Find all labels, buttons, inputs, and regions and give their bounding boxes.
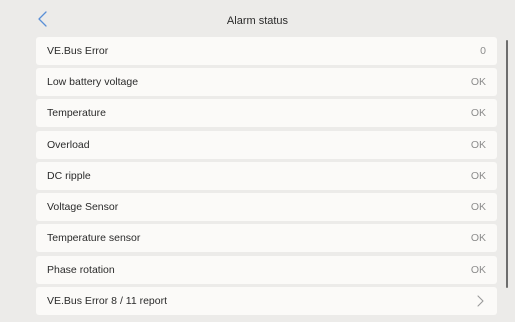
list-item-overload: Overload OK (36, 131, 497, 159)
chevron-right-icon (477, 295, 484, 307)
list-item-label: Temperature sensor (47, 232, 141, 244)
list-item-dc-ripple: DC ripple OK (36, 162, 497, 190)
list-item-label: Temperature (47, 107, 106, 119)
list-item-voltage-sensor: Voltage Sensor OK (36, 193, 497, 221)
list-item-value: 0 (480, 45, 486, 57)
list-item-label: VE.Bus Error 8 / 11 report (47, 295, 168, 307)
list-item-label: Low battery voltage (47, 76, 139, 88)
list-item-temperature: Temperature OK (36, 99, 497, 127)
list-item-value: OK (470, 264, 486, 276)
list-item-value: OK (470, 107, 486, 119)
list-item-value: OK (470, 201, 486, 213)
header-bar: Alarm status (0, 0, 515, 35)
list-item-temperature-sensor: Temperature sensor OK (36, 224, 497, 252)
list-item-vebus-error: VE.Bus Error 0 (36, 37, 497, 65)
list-item-label: VE.Bus Error (47, 45, 109, 57)
list-item-value: OK (470, 139, 486, 151)
list-item-low-battery-voltage: Low battery voltage OK (36, 68, 497, 96)
page-title: Alarm status (226, 15, 289, 27)
list-item-value: OK (470, 170, 486, 182)
list-item-label: Voltage Sensor (47, 201, 119, 213)
list-item-label: Phase rotation (47, 264, 115, 276)
list-item-value: OK (470, 76, 486, 88)
list-item-phase-rotation: Phase rotation OK (36, 256, 497, 284)
list-item-label: Overload (47, 139, 90, 151)
list-item-vebus-error-report[interactable]: VE.Bus Error 8 / 11 report (36, 287, 497, 315)
scrollbar[interactable] (506, 40, 508, 288)
list-item-value: OK (470, 232, 486, 244)
list-item-label: DC ripple (47, 170, 91, 182)
